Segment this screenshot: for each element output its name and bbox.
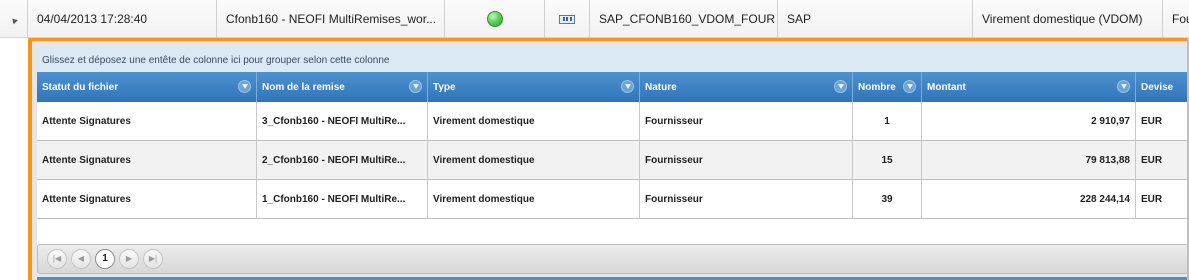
cell-type: Virement domestique: [428, 102, 640, 140]
table-row[interactable]: Attente Signatures 3_Cfonb160 - NEOFI Mu…: [37, 102, 1189, 141]
master-date: 04/04/2013 17:28:40: [28, 0, 217, 38]
col-header-nom[interactable]: Nom de la remise: [257, 72, 428, 102]
filter-icon[interactable]: [903, 80, 916, 93]
cell-nombre: 1: [853, 102, 922, 140]
master-truncated: Fou: [1172, 12, 1189, 26]
next-page-icon[interactable]: ▶: [119, 249, 139, 269]
cell-nombre: 15: [853, 141, 922, 179]
cell-type: Virement domestique: [428, 180, 640, 218]
cell-nom: 2_Cfonb160 - NEOFI MultiRe...: [257, 141, 428, 179]
cell-nom: 3_Cfonb160 - NEOFI MultiRe...: [257, 102, 428, 140]
cell-devise: EUR: [1141, 193, 1163, 205]
filter-icon[interactable]: [1117, 80, 1130, 93]
detail-panel: Glissez et déposez une entête de colonne…: [28, 38, 1189, 280]
col-header-label: Nombre: [858, 81, 896, 93]
col-header-statut[interactable]: Statut du fichier: [37, 72, 257, 102]
col-header-montant[interactable]: Montant: [922, 72, 1136, 102]
cell-montant: 79 813,88: [922, 141, 1136, 179]
master-row[interactable]: 04/04/2013 17:28:40 Cfonb160 - NEOFI Mul…: [0, 0, 1189, 38]
col-header-devise[interactable]: Devise: [1136, 72, 1189, 102]
master-remise-name: Cfonb160 - NEOFI MultiRemises_wor...: [217, 0, 445, 38]
master-status-cell: [445, 0, 545, 38]
cell-montant: 228 244,14: [922, 180, 1136, 218]
cell-nature: Fournisseur: [640, 180, 853, 218]
group-by-panel[interactable]: Glissez et déposez une entête de colonne…: [37, 48, 1189, 72]
col-header-nombre[interactable]: Nombre: [853, 72, 922, 102]
filter-icon[interactable]: [834, 80, 847, 93]
cell-montant: 2 910,97: [922, 102, 1136, 140]
cell-statut: Attente Signatures: [37, 180, 257, 218]
table-row[interactable]: Attente Signatures 1_Cfonb160 - NEOFI Mu…: [37, 180, 1189, 219]
pager: |◀ ◀ 1 ▶ ▶|: [37, 244, 1189, 274]
cell-nombre: 39: [853, 180, 922, 218]
master-system: SAP: [778, 0, 973, 38]
col-header-label: Nature: [645, 81, 677, 93]
first-page-icon[interactable]: |◀: [47, 249, 67, 269]
connector-icon: [559, 14, 575, 24]
col-header-label: Nom de la remise: [262, 81, 345, 93]
collapse-toggle[interactable]: [0, 0, 28, 38]
last-page-icon[interactable]: ▶|: [143, 249, 163, 269]
cell-nature: Fournisseur: [640, 141, 853, 179]
master-code: SAP_CFONB160_VDOM_FOUR: [590, 0, 778, 38]
col-header-label: Type: [433, 81, 456, 93]
grid-body: Attente Signatures 3_Cfonb160 - NEOFI Mu…: [37, 102, 1189, 247]
prev-page-icon[interactable]: ◀: [71, 249, 91, 269]
cell-statut: Attente Signatures: [37, 102, 257, 140]
status-green-icon: [486, 11, 503, 27]
cell-statut: Attente Signatures: [37, 141, 257, 179]
filter-icon[interactable]: [409, 80, 422, 93]
cell-devise: EUR: [1141, 115, 1163, 127]
page-number-button[interactable]: 1: [95, 249, 115, 269]
cell-nom: 1_Cfonb160 - NEOFI MultiRe...: [257, 180, 428, 218]
cell-type: Virement domestique: [428, 141, 640, 179]
master-type: Virement domestique (VDOM): [973, 0, 1163, 38]
table-row[interactable]: Attente Signatures 2_Cfonb160 - NEOFI Mu…: [37, 141, 1189, 180]
master-device-cell: [545, 0, 590, 38]
col-header-label: Montant: [927, 81, 966, 93]
col-header-type[interactable]: Type: [428, 72, 640, 102]
filter-icon[interactable]: [621, 80, 634, 93]
col-header-nature[interactable]: Nature: [640, 72, 853, 102]
cell-devise: EUR: [1141, 154, 1163, 166]
collapse-arrow-icon[interactable]: [9, 16, 18, 24]
filter-icon[interactable]: [238, 80, 251, 93]
col-header-label: Statut du fichier: [42, 81, 119, 93]
cell-nature: Fournisseur: [640, 102, 853, 140]
col-header-label: Devise: [1141, 81, 1174, 93]
grid-header: Statut du fichier Nom de la remise Type …: [37, 72, 1189, 102]
